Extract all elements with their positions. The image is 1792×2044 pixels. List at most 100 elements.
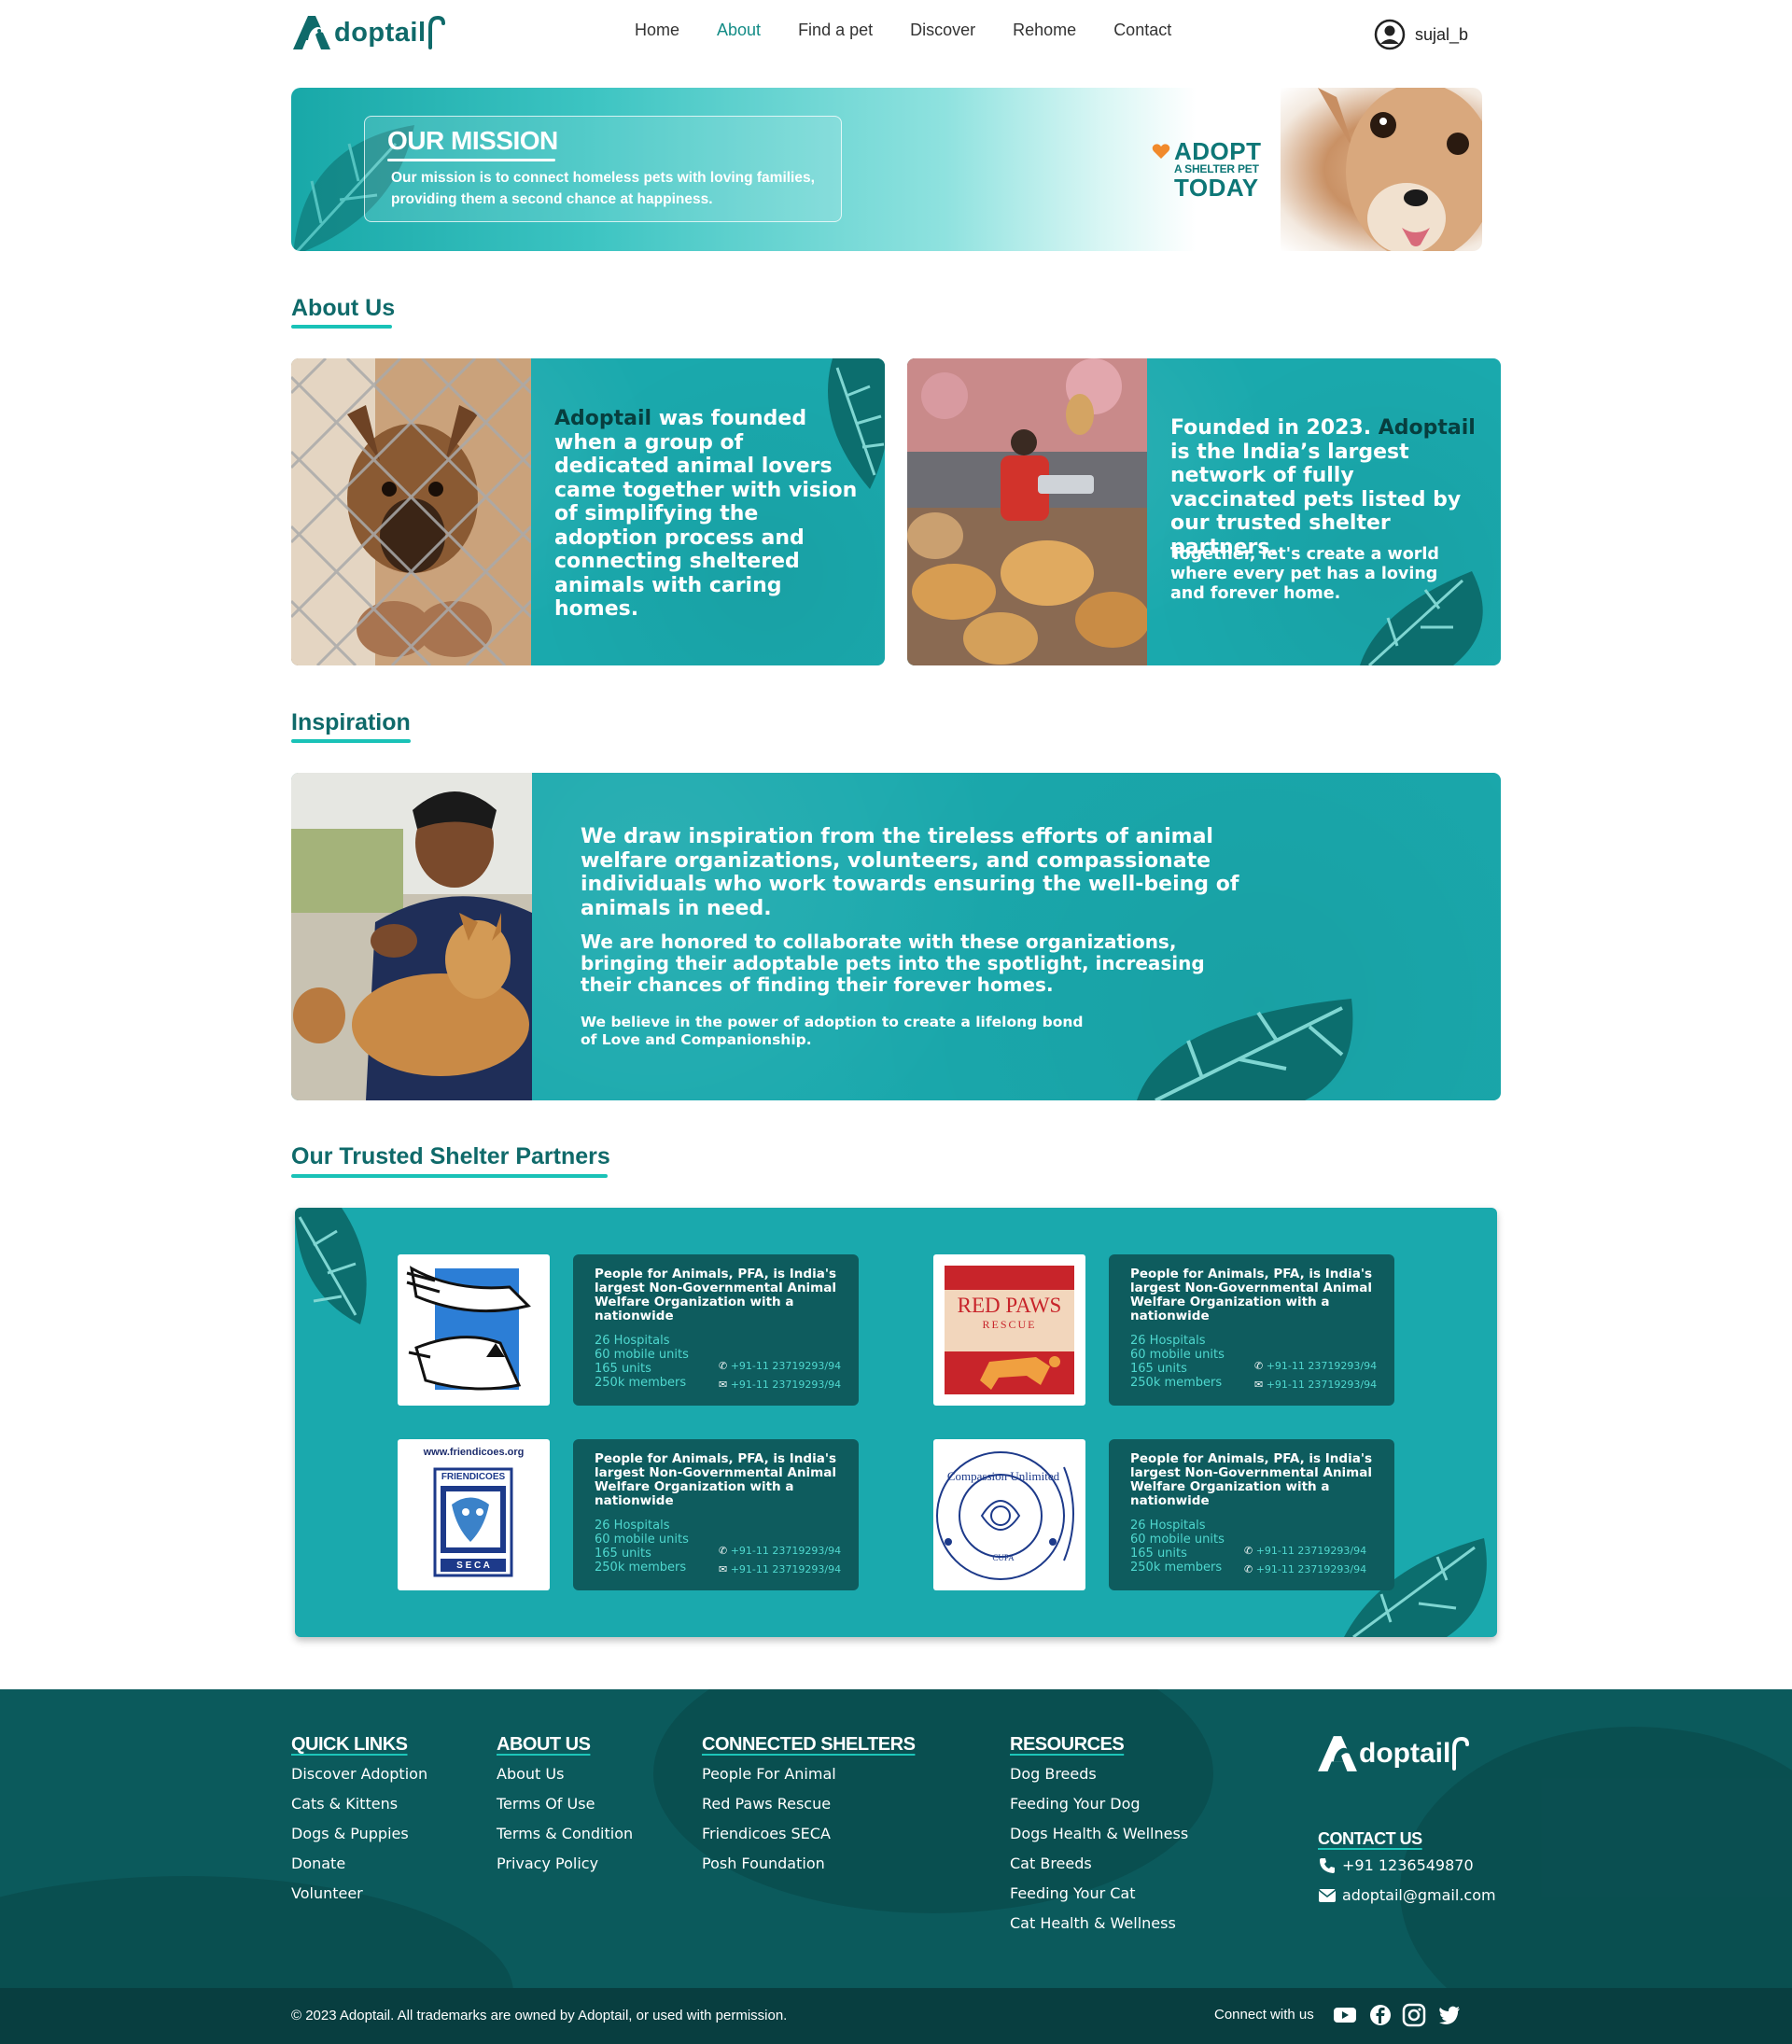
partner-email[interactable]: ✉ +91-11 23719293/94	[719, 1561, 841, 1579]
footer-link-red-paws-rescue[interactable]: Red Paws Rescue	[702, 1789, 915, 1819]
leaf-decoration-icon	[1360, 571, 1483, 665]
about-card-founded: Adoptail was founded when a group of ded…	[291, 358, 885, 665]
facebook-icon[interactable]	[1368, 2003, 1393, 2027]
footer-link-dogs-puppies[interactable]: Dogs & Puppies	[291, 1819, 427, 1849]
user-menu[interactable]: sujal_b	[1374, 19, 1468, 50]
footer-link-feeding-your-cat[interactable]: Feeding Your Cat	[1010, 1879, 1188, 1909]
cupa-logo-illustration	[936, 1451, 1074, 1580]
friendicoes-url: www.friendicoes.org	[423, 1447, 525, 1458]
mobile-units-stat: 60 mobile units	[595, 1348, 689, 1362]
footer-about-us: ABOUT US About Us Terms Of Use Terms & C…	[497, 1734, 633, 1879]
inspiration-paragraph-2: We are honored to collaborate with these…	[581, 931, 1205, 996]
mail-icon	[1318, 1889, 1337, 1902]
heart-icon	[1152, 144, 1170, 159]
partner-email[interactable]: ✉ +91-11 23719293/94	[1254, 1376, 1377, 1394]
inspiration-card: We draw inspiration from the tireless ef…	[291, 773, 1501, 1100]
dog-behind-fence-photo	[291, 358, 531, 665]
instagram-icon[interactable]	[1402, 2003, 1426, 2027]
shelter-worker-dogs-illustration	[907, 358, 1147, 665]
footer-link-dog-breeds[interactable]: Dog Breeds	[1010, 1759, 1188, 1789]
leaf-decoration-icon	[1137, 999, 1353, 1100]
adoptail-brand: Adoptail	[1378, 416, 1476, 440]
footer-link-about-us[interactable]: About Us	[497, 1759, 633, 1789]
hospitals-stat: 26 Hospitals	[595, 1519, 670, 1533]
nav-home[interactable]: Home	[616, 21, 698, 40]
nav-discover[interactable]: Discover	[891, 21, 994, 40]
logo[interactable]: doptail	[291, 9, 447, 56]
footer-link-cats-kittens[interactable]: Cats & Kittens	[291, 1789, 427, 1819]
friendicoes-seca-text: S E C A	[456, 1561, 490, 1571]
youtube-icon[interactable]	[1333, 2003, 1357, 2027]
founded-text: Adoptail was founded when a group of ded…	[554, 407, 862, 622]
footer: QUICK LINKS Discover Adoption Cats & Kit…	[0, 1689, 1792, 1988]
twitter-icon[interactable]	[1437, 2003, 1462, 2027]
top-navbar: doptail Home About Find a pet Discover R…	[0, 0, 1792, 75]
hospitals-stat: 26 Hospitals	[595, 1334, 670, 1348]
partner-contact: ✆ +91-11 23719293/94 ✉ +91-11 23719293/9…	[719, 1542, 841, 1579]
phone-icon: ✆	[719, 1545, 731, 1557]
partner-description: People for Animals, PFA, is India's larg…	[1130, 1451, 1372, 1508]
footer-link-donate[interactable]: Donate	[291, 1849, 427, 1879]
units-stat: 165 units	[595, 1362, 651, 1376]
adopt-text: ADOPT	[1174, 137, 1262, 165]
partner-email[interactable]: ✉ +91-11 23719293/94	[719, 1376, 841, 1394]
partner-description: People for Animals, PFA, is India's larg…	[595, 1267, 836, 1323]
footer-contact: CONTACT US +91 1236549870 adoptail@gmail…	[1318, 1829, 1496, 1907]
partner-logo-red-paws[interactable]: RED PAWS RESCUE	[933, 1254, 1085, 1406]
about-us-title: ABOUT US	[497, 1734, 591, 1755]
footer-link-feeding-your-dog[interactable]: Feeding Your Dog	[1010, 1789, 1188, 1819]
partner-description: People for Animals, PFA, is India's larg…	[595, 1451, 836, 1508]
resources-title: RESOURCES	[1010, 1734, 1125, 1755]
footer-link-dogs-health[interactable]: Dogs Health & Wellness	[1010, 1819, 1188, 1849]
units-stat: 165 units	[595, 1547, 651, 1561]
partner-info-card: People for Animals, PFA, is India's larg…	[1109, 1439, 1394, 1590]
partner-stats: 26 Hospitals 60 mobile units 165 units 2…	[1130, 1519, 1225, 1575]
quick-links-title: QUICK LINKS	[291, 1734, 408, 1755]
footer-link-terms-condition[interactable]: Terms & Condition	[497, 1819, 633, 1849]
nav-rehome[interactable]: Rehome	[994, 21, 1095, 40]
logo-text: doptail	[334, 17, 427, 48]
partner-phone[interactable]: ✆ +91-11 23719293/94	[719, 1542, 841, 1561]
user-avatar-icon	[1374, 19, 1406, 50]
footer-link-friendicoes-seca[interactable]: Friendicoes SECA	[702, 1819, 915, 1849]
footer-link-cat-health[interactable]: Cat Health & Wellness	[1010, 1909, 1188, 1939]
footer-link-cat-breeds[interactable]: Cat Breeds	[1010, 1849, 1188, 1879]
footer-link-privacy-policy[interactable]: Privacy Policy	[497, 1849, 633, 1879]
footer-link-people-for-animal[interactable]: People For Animal	[702, 1759, 915, 1789]
contact-us-title: CONTACT US	[1318, 1829, 1422, 1848]
partner-logo-cupa[interactable]: Compassion Unlimited CUPA	[933, 1439, 1085, 1590]
logo-dog-icon	[1318, 1736, 1357, 1771]
partner-stats: 26 Hospitals 60 mobile units 165 units 2…	[595, 1334, 689, 1390]
footer-link-terms-of-use[interactable]: Terms Of Use	[497, 1789, 633, 1819]
inspiration-paragraph-1: We draw inspiration from the tireless ef…	[581, 825, 1239, 920]
partner-logo-friendicoes[interactable]: www.friendicoes.org FRIENDICOES S E C A	[398, 1439, 550, 1590]
phone-icon: ✆	[1244, 1545, 1256, 1557]
footer-phone[interactable]: +91 1236549870	[1318, 1855, 1496, 1877]
partner-contact: ✆ +91-11 23719293/94 ✉ +91-11 23719293/9…	[1254, 1357, 1377, 1394]
partner-stats: 26 Hospitals 60 mobile units 165 units 2…	[1130, 1334, 1225, 1390]
shelter-dogs-photo	[907, 358, 1147, 665]
partner-phone[interactable]: ✆ +91-11 23719293/94	[1244, 1542, 1366, 1561]
footer-link-volunteer[interactable]: Volunteer	[291, 1879, 427, 1909]
network-text: Founded in 2023. Adoptail is the India’s…	[1170, 416, 1478, 559]
footer-link-discover-adoption[interactable]: Discover Adoption	[291, 1759, 427, 1789]
footer-logo[interactable]: doptail	[1316, 1732, 1471, 1775]
mobile-units-stat: 60 mobile units	[1130, 1348, 1225, 1362]
man-with-dog-photo	[291, 773, 532, 1100]
nav-find-a-pet[interactable]: Find a pet	[779, 21, 891, 40]
partner-email[interactable]: ✆ +91-11 23719293/94	[1244, 1561, 1366, 1579]
partner-phone[interactable]: ✆ +91-11 23719293/94	[719, 1357, 841, 1376]
footer-bg-shape	[0, 1876, 513, 1988]
members-stat: 250k members	[595, 1376, 687, 1390]
friendicoes-logo-text: FRIENDICOES	[441, 1472, 506, 1482]
mission-title: OUR MISSION	[387, 126, 558, 155]
footer-email[interactable]: adoptail@gmail.com	[1318, 1884, 1496, 1907]
footer-link-posh-foundation[interactable]: Posh Foundation	[702, 1849, 915, 1879]
nav-contact[interactable]: Contact	[1095, 21, 1190, 40]
partner-logo-pfa[interactable]	[398, 1254, 550, 1406]
chihuahua-photo	[1281, 88, 1482, 251]
nav-about[interactable]: About	[698, 21, 779, 40]
members-stat: 250k members	[595, 1561, 687, 1575]
partner-phone[interactable]: ✆ +91-11 23719293/94	[1254, 1357, 1377, 1376]
partner-contact: ✆ +91-11 23719293/94 ✆ +91-11 23719293/9…	[1244, 1542, 1366, 1579]
